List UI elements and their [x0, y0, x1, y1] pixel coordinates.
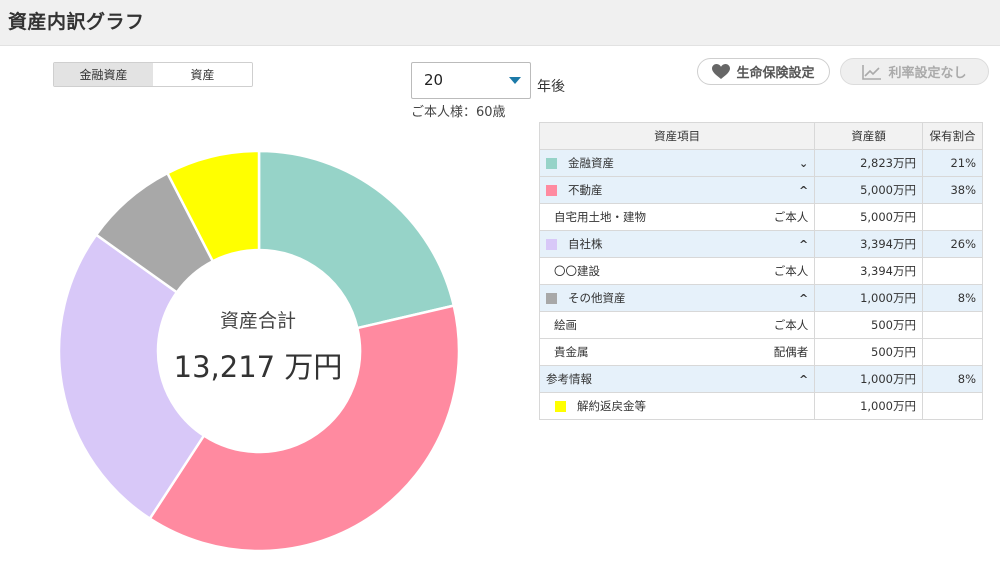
sub-item-cell: 絵画 ご本人 [540, 312, 815, 339]
insurance-settings-label: 生命保険設定 [736, 62, 814, 81]
reference-sub-row: 解約返戻金等 1,000万円 [540, 393, 983, 420]
category-ratio: 38% [923, 177, 983, 204]
chevron-up-icon[interactable]: ^ [799, 238, 808, 251]
years-suffix: 年後 [537, 76, 565, 96]
donut-slice-1 [259, 151, 454, 328]
years-select-value: 20 [424, 71, 443, 89]
sub-item-name: 貴金属 [554, 344, 589, 360]
category-cell: 自社株^ [540, 231, 815, 258]
category-amount: 5,000万円 [815, 177, 923, 204]
page-title: 資産内訳グラフ [8, 7, 145, 34]
age-info: ご本人様：60歳 [411, 101, 506, 120]
asset-type-toggle: 金融資産 資産 [53, 62, 253, 87]
category-row: その他資産^1,000万円8% [540, 285, 983, 312]
sub-item-name: 〇〇建設 [554, 263, 600, 279]
sub-item-ratio [923, 312, 983, 339]
toggle-financial-assets[interactable]: 金融資産 [54, 63, 153, 86]
category-name: 不動産 [568, 182, 799, 198]
category-cell: 金融資産⌄ [540, 150, 815, 177]
category-ratio: 8% [923, 285, 983, 312]
sub-item-owner: ご本人 [774, 317, 809, 333]
asset-breakdown-table: 資産項目 資産額 保有割合 金融資産⌄2,823万円21%不動産^5,000万円… [539, 122, 983, 420]
sub-item-owner: 配偶者 [774, 344, 809, 360]
table-header-row: 資産項目 資産額 保有割合 [540, 123, 983, 150]
sub-item-cell: 自宅用土地・建物 ご本人 [540, 204, 815, 231]
chevron-up-icon[interactable]: ^ [799, 184, 808, 197]
page-header: 資産内訳グラフ [0, 0, 1000, 46]
category-cell: 参考情報^ [540, 366, 815, 393]
category-color-swatch [546, 293, 557, 304]
donut-center-total: 13,217 万円 [158, 344, 358, 386]
category-amount: 3,394万円 [815, 231, 923, 258]
reference-row: 参考情報^1,000万円8% [540, 366, 983, 393]
category-color-swatch [546, 239, 557, 250]
sub-item-amount: 500万円 [815, 339, 923, 366]
interest-rate-button[interactable]: 利率設定なし [840, 58, 989, 85]
sub-item-owner: ご本人 [774, 209, 809, 225]
sub-item-owner: ご本人 [774, 263, 809, 279]
sub-item-row: 絵画 ご本人 500万円 [540, 312, 983, 339]
line-chart-icon [862, 64, 882, 80]
category-amount: 1,000万円 [815, 366, 923, 393]
reference-sub-cell: 解約返戻金等 [540, 393, 815, 420]
interest-rate-label: 利率設定なし [888, 62, 966, 81]
category-amount: 1,000万円 [815, 285, 923, 312]
category-name: その他資産 [568, 290, 799, 306]
sub-item-row: 〇〇建設 ご本人 3,394万円 [540, 258, 983, 285]
category-ratio: 21% [923, 150, 983, 177]
category-ratio: 8% [923, 366, 983, 393]
category-row: 金融資産⌄2,823万円21% [540, 150, 983, 177]
toggle-all-assets[interactable]: 資産 [153, 63, 252, 86]
category-row: 自社株^3,394万円26% [540, 231, 983, 258]
sub-item-amount: 5,000万円 [815, 204, 923, 231]
sub-item-row: 自宅用土地・建物 ご本人 5,000万円 [540, 204, 983, 231]
chevron-up-icon[interactable]: ^ [799, 373, 808, 386]
heart-icon [712, 64, 730, 80]
sub-item-name: 自宅用土地・建物 [554, 209, 646, 225]
category-row: 不動産^5,000万円38% [540, 177, 983, 204]
chevron-up-icon[interactable]: ^ [799, 292, 808, 305]
years-select[interactable]: 20 [411, 62, 531, 99]
category-name: 金融資産 [568, 155, 799, 171]
sub-item-ratio [923, 258, 983, 285]
sub-item-amount: 3,394万円 [815, 258, 923, 285]
sub-item-cell: 貴金属 配偶者 [540, 339, 815, 366]
category-ratio: 26% [923, 231, 983, 258]
header-ratio: 保有割合 [923, 123, 983, 150]
category-name: 参考情報 [546, 371, 799, 387]
sub-item-row: 貴金属 配偶者 500万円 [540, 339, 983, 366]
category-color-swatch [546, 185, 557, 196]
reference-sub-amount: 1,000万円 [815, 393, 923, 420]
category-color-swatch [546, 158, 557, 169]
category-cell: その他資産^ [540, 285, 815, 312]
sub-item-ratio [923, 339, 983, 366]
donut-slice-2 [150, 306, 459, 551]
reference-sub-ratio [923, 393, 983, 420]
sub-item-ratio [923, 204, 983, 231]
donut-center-label: 資産合計 [158, 306, 358, 333]
category-cell: 不動産^ [540, 177, 815, 204]
header-amount: 資産額 [815, 123, 923, 150]
chevron-down-icon [509, 77, 521, 84]
insurance-settings-button[interactable]: 生命保険設定 [697, 58, 830, 85]
chevron-down-icon[interactable]: ⌄ [799, 157, 808, 170]
reference-sub-name: 解約返戻金等 [577, 398, 646, 414]
sub-item-name: 絵画 [554, 317, 577, 333]
category-amount: 2,823万円 [815, 150, 923, 177]
sub-item-amount: 500万円 [815, 312, 923, 339]
reference-color-swatch [555, 401, 566, 412]
category-name: 自社株 [568, 236, 799, 252]
header-asset-item: 資産項目 [540, 123, 815, 150]
sub-item-cell: 〇〇建設 ご本人 [540, 258, 815, 285]
